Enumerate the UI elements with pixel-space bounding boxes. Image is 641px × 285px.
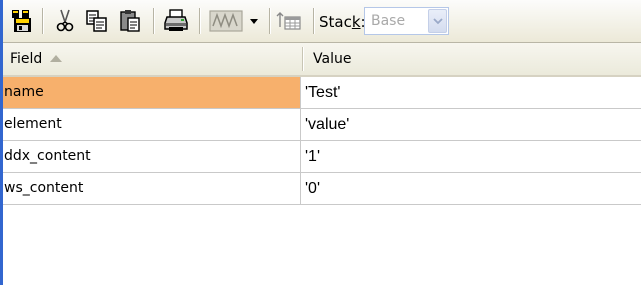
stack-select-value: Base: [371, 13, 406, 29]
sort-ascending-icon: [50, 54, 63, 62]
table-row[interactable]: ws_content '0': [3, 173, 641, 205]
save-all-icon: [11, 9, 33, 33]
field-cell: ddx_content: [3, 141, 301, 172]
print-button[interactable]: [161, 7, 191, 35]
toolbar-separator: [153, 8, 155, 34]
print-icon: [164, 9, 188, 33]
field-cell: name: [3, 77, 301, 108]
property-grid: name 'Test' element 'value' ddx_content …: [3, 77, 641, 205]
table-row[interactable]: ddx_content '1': [3, 141, 641, 173]
waveform-icon: [209, 10, 243, 32]
chevron-down-icon: [432, 17, 443, 25]
value-cell[interactable]: '1': [303, 141, 320, 172]
toolbar-separator: [199, 8, 201, 34]
save-all-button[interactable]: [7, 7, 37, 35]
table-button[interactable]: [274, 7, 304, 35]
column-header-value[interactable]: Value: [313, 43, 351, 75]
grid-header: Field Value: [3, 43, 641, 77]
toolbar-separator: [269, 8, 271, 34]
cut-icon: [55, 9, 75, 33]
value-cell[interactable]: 'Test': [303, 77, 340, 108]
waveform-dropdown-button[interactable]: [246, 7, 262, 35]
paste-icon: [119, 9, 141, 33]
table-row[interactable]: element 'value': [3, 109, 641, 141]
dropdown-arrow-icon: [249, 17, 259, 25]
copy-icon: [86, 9, 108, 33]
table-icon: [276, 10, 302, 32]
paste-button[interactable]: [116, 7, 144, 35]
column-resize-handle[interactable]: [302, 47, 304, 71]
value-cell[interactable]: '0': [303, 173, 320, 204]
stack-label: Stack:: [319, 13, 366, 31]
stack-select-dropdown-button[interactable]: [428, 9, 447, 33]
table-row[interactable]: name 'Test': [3, 77, 641, 109]
value-cell[interactable]: 'value': [303, 109, 349, 140]
column-header-field[interactable]: Field: [10, 43, 63, 75]
copy-button[interactable]: [83, 7, 111, 35]
field-cell: element: [3, 109, 301, 140]
toolbar-separator: [313, 8, 315, 34]
toolbar-separator: [42, 8, 44, 34]
toolbar: Stack: Base: [3, 0, 641, 43]
field-cell: ws_content: [3, 173, 301, 204]
waveform-button[interactable]: [208, 7, 244, 35]
cut-button[interactable]: [51, 7, 79, 35]
stack-select[interactable]: Base: [364, 7, 449, 35]
window-left-border: [0, 0, 3, 285]
